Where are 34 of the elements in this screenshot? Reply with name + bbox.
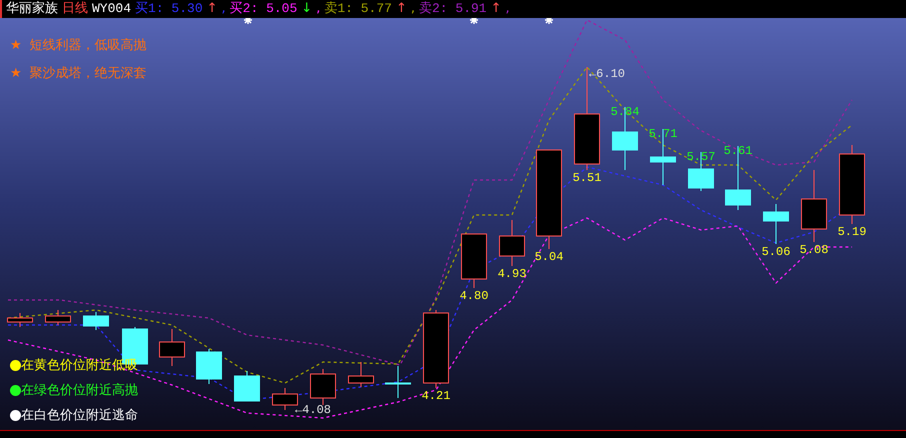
signal-value: 卖1: 5.77 [324, 0, 392, 18]
period-label: 日线 [62, 0, 88, 18]
price-label: 4.80 [460, 289, 488, 303]
note-text: 聚沙成塔，绝无深套 [30, 64, 147, 82]
signal-value: 买1: 5.30 [135, 0, 203, 18]
signal-arrow: ↑ [206, 0, 218, 18]
signal-value: 买2: 5.05 [230, 0, 298, 18]
price-label: 5.51 [572, 171, 602, 185]
indicator-name: WY004 [92, 0, 132, 18]
price-label: 5.04 [534, 250, 564, 264]
price-label: 4.21 [422, 389, 450, 403]
price-label: 4.93 [498, 267, 526, 281]
legend-text: 在白色价位附近逃命 [21, 406, 138, 425]
star-icon: ★ [10, 64, 22, 83]
price-label: ←4.08 [295, 403, 331, 417]
star-marker-icon [544, 18, 554, 25]
separator-mark: , [506, 0, 510, 18]
price-label: 5.06 [762, 245, 790, 259]
price-label: ←6.10 [589, 67, 625, 81]
separator-mark: , [410, 0, 415, 18]
separator-mark: , [222, 0, 226, 18]
signal-value: 卖2: 5.91 [418, 0, 487, 18]
legend-text: 在绿色价位附近高抛 [21, 382, 138, 400]
note-text: 短线利器，低吸高抛 [30, 37, 147, 55]
stock-name: 华丽家族 [6, 0, 58, 18]
star-icon: ★ [10, 36, 22, 56]
signal-arrow: ↑ [396, 0, 407, 18]
price-label: 5.19 [838, 225, 866, 239]
star-marker-icon [469, 18, 479, 25]
star-marker-icon [243, 18, 253, 25]
signal-arrow: ↑ [490, 0, 502, 18]
price-label: 5.08 [800, 243, 828, 257]
signal-arrow: ↓ [301, 0, 312, 18]
separator-mark: , [316, 0, 320, 18]
